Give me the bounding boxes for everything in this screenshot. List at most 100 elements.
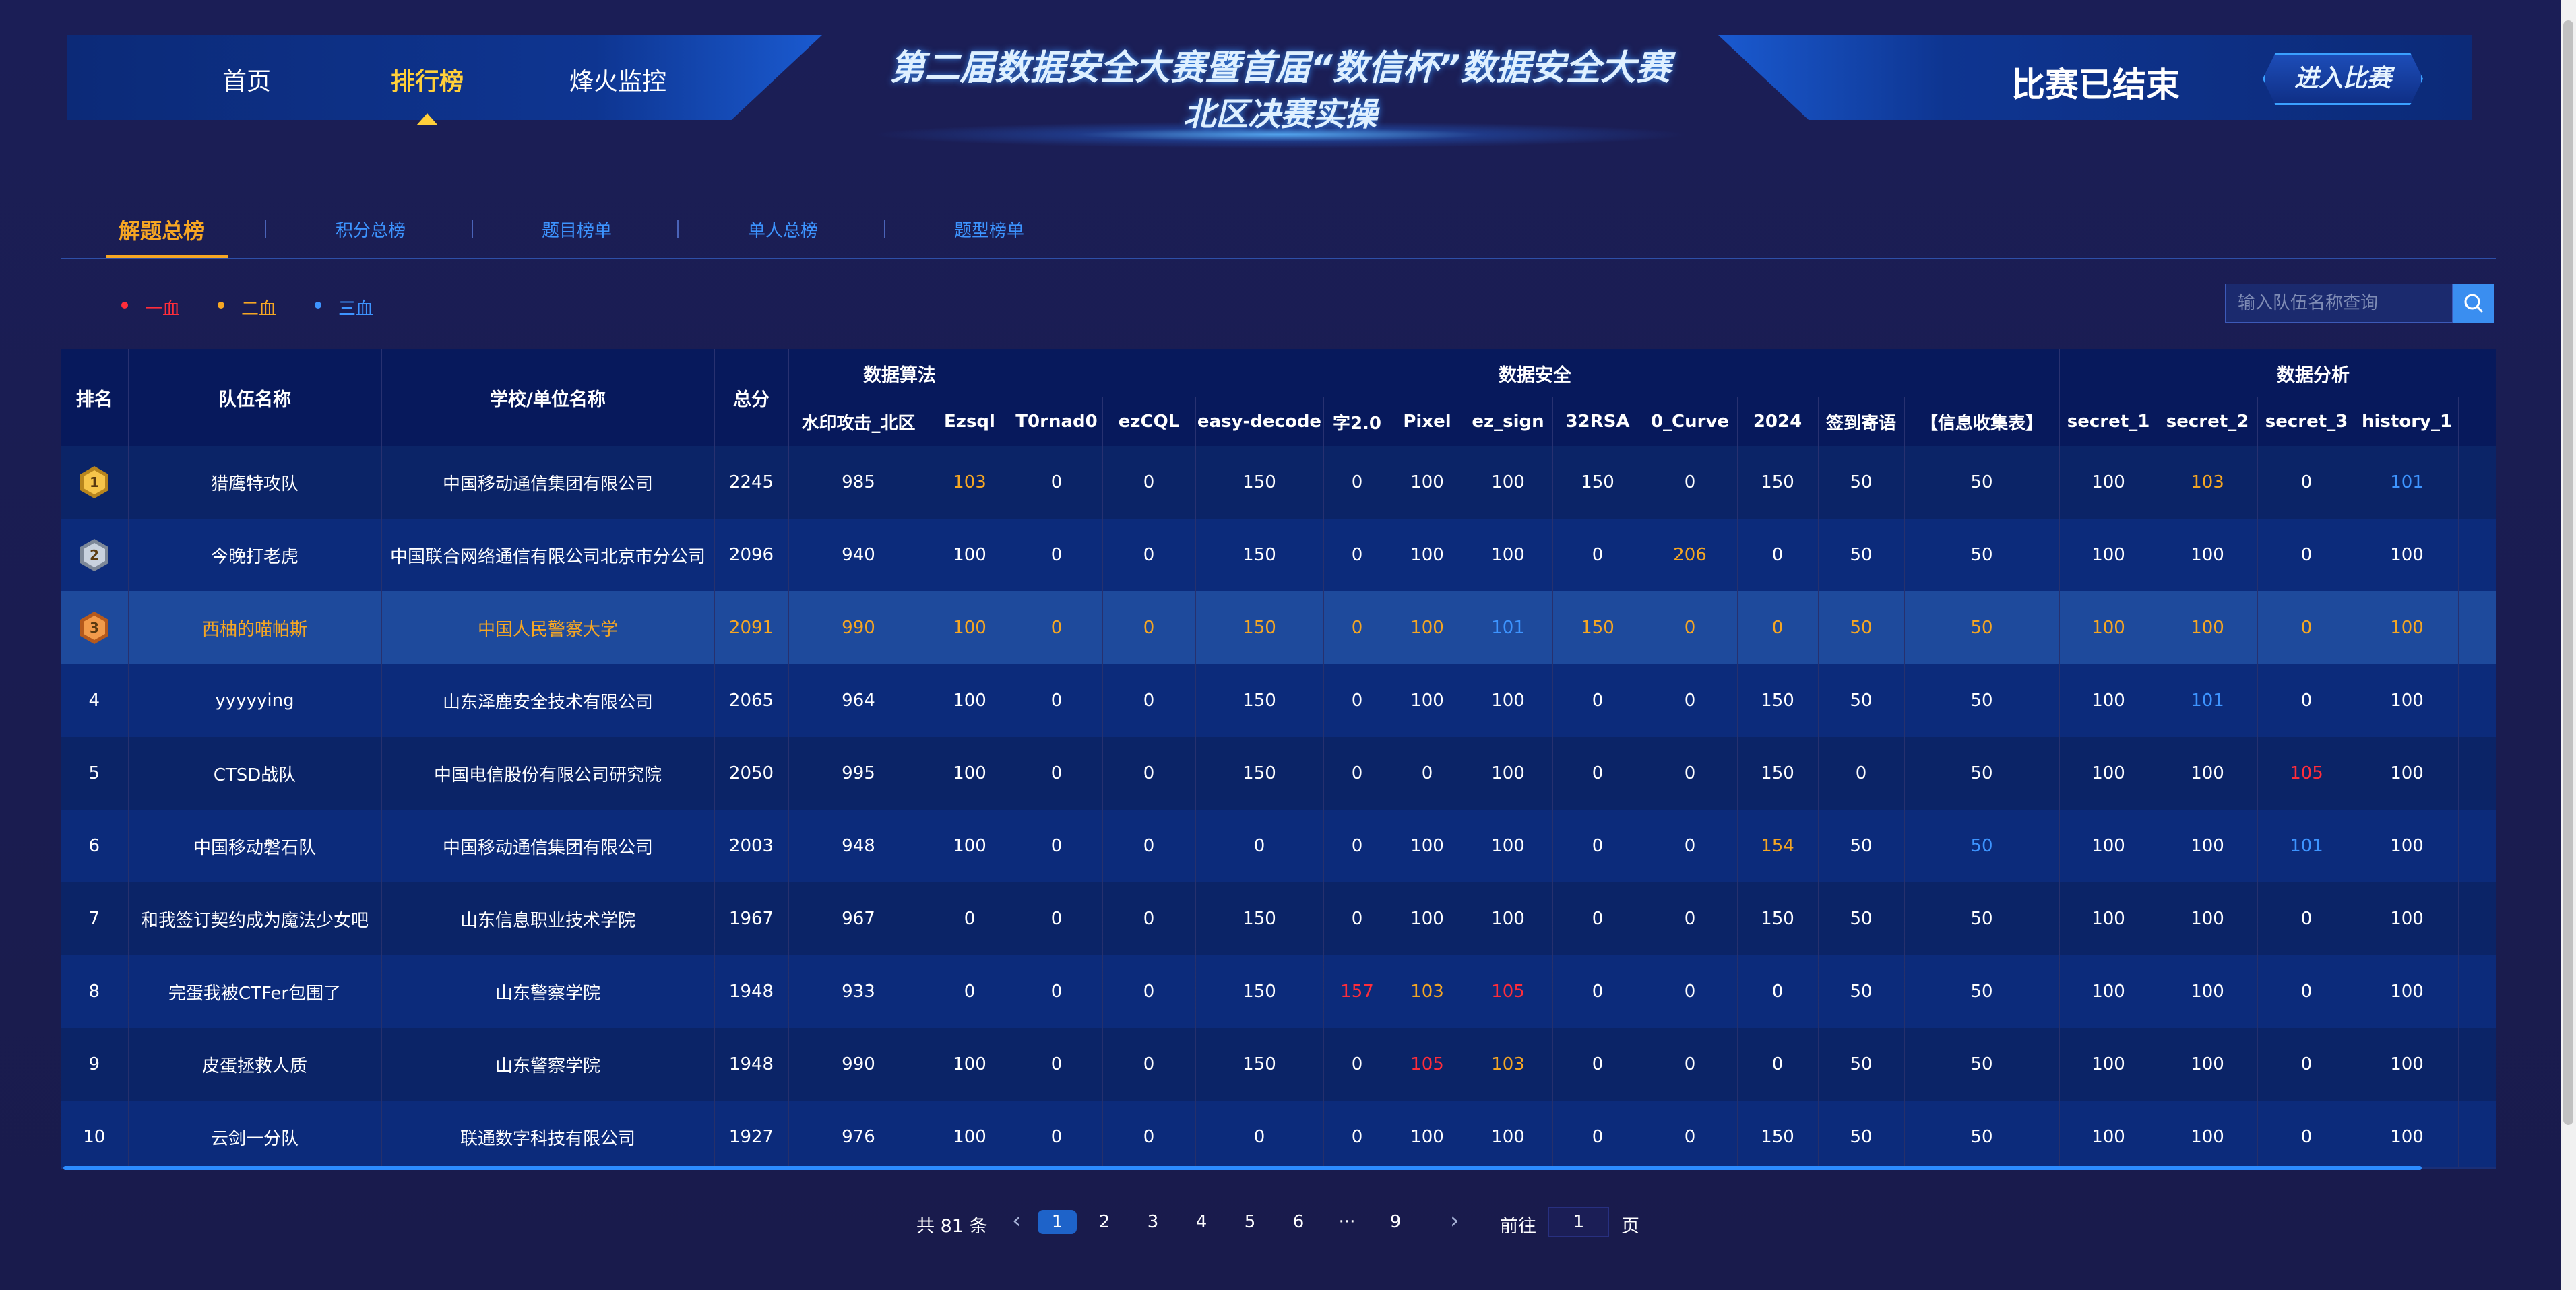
challenge-score-cell: 100 xyxy=(2059,519,2158,591)
challenge-score-cell: 933 xyxy=(788,955,929,1028)
leaderboard-table-container[interactable]: 排名 队伍名称 学校/单位名称 总分 数据算法 数据安全 数据分析 水印攻击_北… xyxy=(61,349,2496,1168)
tab-category-ranking[interactable]: 题型榜单 xyxy=(954,217,1024,242)
team-search-input[interactable] xyxy=(2225,284,2453,323)
challenge-score-cell: 50 xyxy=(1904,737,2060,810)
challenge-score-cell: 0 xyxy=(1737,591,1819,664)
competition-subtitle: 北区决赛实操 xyxy=(1183,96,1377,133)
table-row[interactable]: 6 中国移动磐石队 中国移动通信集团有限公司 2003 948 100 0 0 0 0 100 100… xyxy=(61,810,2496,882)
challenge-score-cell: 103 xyxy=(929,446,1011,519)
pagination-ellipsis[interactable]: ··· xyxy=(1327,1210,1366,1234)
table-row[interactable]: 10 云剑一分队 联通数字科技有限公司 1927 976 100 0 0 0 0 100 100 0 0 1… xyxy=(61,1101,2496,1168)
group-data-analysis: 数据分析 xyxy=(2059,349,2496,397)
challenge-score-cell: 100 xyxy=(2158,1028,2258,1101)
col-challenge: 0_Curve xyxy=(1643,397,1738,446)
challenge-score-cell: 100 xyxy=(929,519,1011,591)
challenge-score-cell: 150 xyxy=(1195,591,1324,664)
challenge-score-cell: 150 xyxy=(1737,737,1819,810)
team-name-cell: 中国移动磐石队 xyxy=(128,810,382,882)
scrollbar-thumb[interactable] xyxy=(2563,20,2573,1125)
chevron-right-icon: › xyxy=(1450,1207,1459,1234)
challenge-score-cell: 0 xyxy=(1323,1028,1391,1101)
challenge-score-cell: 100 xyxy=(2059,664,2158,737)
table-row[interactable]: 5 CTSD战队 中国电信股份有限公司研究院 2050 995 100 0 0 150 0 0 100… xyxy=(61,737,2496,810)
organization-cell: 中国移动通信集团有限公司 xyxy=(381,810,715,882)
challenge-score-cell: 967 xyxy=(788,882,929,955)
challenge-score-cell: 150 xyxy=(1195,446,1324,519)
challenge-score-cell: 0 xyxy=(1102,519,1196,591)
page-number-button[interactable]: 4 xyxy=(1182,1210,1221,1234)
challenge-score-cell: 100 xyxy=(1391,591,1464,664)
table-row[interactable]: 8 完蛋我被CTFer包围了 山东警察学院 1948 933 0 0 0 150 157 103 10… xyxy=(61,955,2496,1028)
challenge-score-cell: 0 xyxy=(1323,446,1391,519)
challenge-score-cell: 0 xyxy=(1643,955,1738,1028)
organization-cell: 山东警察学院 xyxy=(381,1028,715,1101)
tab-challenge-ranking[interactable]: 题目榜单 xyxy=(542,217,612,242)
challenge-score-cell: 100 xyxy=(2356,664,2459,737)
challenge-score-cell: 0 xyxy=(1643,882,1738,955)
total-score-cell: 1948 xyxy=(714,955,789,1028)
page-number-button[interactable]: 5 xyxy=(1230,1210,1269,1234)
gold-medal-icon: 1 xyxy=(80,466,108,498)
next-page-button[interactable]: › xyxy=(1450,1207,1459,1234)
challenge-score-cell: 100 xyxy=(1464,737,1553,810)
challenge-score-cell: 0 xyxy=(1737,1028,1819,1101)
rank-cell: 4 xyxy=(61,664,129,737)
challenge-score-cell: 0 xyxy=(929,955,1011,1028)
challenge-score-cell: 50 xyxy=(1904,519,2060,591)
prev-page-button[interactable]: ‹ xyxy=(1012,1207,1022,1234)
col-challenge: 字2.0 xyxy=(1323,397,1391,446)
challenge-score-cell: 100 xyxy=(2356,882,2459,955)
challenge-score-cell: 100 xyxy=(2059,446,2158,519)
challenge-score-cell: 150 xyxy=(1195,737,1324,810)
nav-monitor[interactable]: 烽火监控 xyxy=(569,62,666,97)
col-challenge: ezCQL xyxy=(1102,397,1196,446)
challenge-score-cell xyxy=(2458,1028,2496,1101)
challenge-score-cell xyxy=(2458,882,2496,955)
table-row[interactable]: 3 西柚的喵帕斯 中国人民警察大学 2091 990 100 0 0 150 0 100 101 150… xyxy=(61,591,2496,664)
challenge-score-cell: 990 xyxy=(788,591,929,664)
challenge-score-cell: 0 xyxy=(1011,446,1103,519)
challenge-score-cell: 100 xyxy=(929,1028,1011,1101)
tab-score-ranking[interactable]: 积分总榜 xyxy=(336,217,406,242)
page-number-button[interactable]: 2 xyxy=(1085,1210,1124,1234)
challenge-score-cell: 150 xyxy=(1737,664,1819,737)
challenge-score-cell: 0 xyxy=(1323,1101,1391,1168)
challenge-score-cell: 50 xyxy=(1818,591,1905,664)
table-row[interactable]: 1 猎鹰特攻队 中国移动通信集团有限公司 2245 985 103 0 0 150 0 100 100… xyxy=(61,446,2496,519)
table-horizontal-scrollbar[interactable] xyxy=(63,1166,2422,1170)
challenge-score-cell: 150 xyxy=(1195,882,1324,955)
challenge-score-cell: 0 xyxy=(1011,591,1103,664)
rank-cell: 1 xyxy=(61,446,129,519)
challenge-score-cell: 150 xyxy=(1737,446,1819,519)
page-number-button[interactable]: 3 xyxy=(1133,1210,1172,1234)
page-number-button[interactable]: 9 xyxy=(1376,1210,1415,1234)
nav-home[interactable]: 首页 xyxy=(222,62,271,97)
col-challenge: secret_3 xyxy=(2257,397,2356,446)
challenge-score-cell: 100 xyxy=(2158,1101,2258,1168)
challenge-score-cell: 0 xyxy=(1643,810,1738,882)
challenge-score-cell: 100 xyxy=(929,591,1011,664)
total-score-cell: 2245 xyxy=(714,446,789,519)
total-score-cell: 1927 xyxy=(714,1101,789,1168)
page-number-button[interactable]: 1 xyxy=(1038,1210,1077,1234)
col-challenge: T0rnad0 xyxy=(1011,397,1103,446)
challenge-score-cell xyxy=(2458,664,2496,737)
challenge-score-cell xyxy=(2458,737,2496,810)
table-row[interactable]: 4 yyyyying 山东泽鹿安全技术有限公司 2065 964 100 0 0 150 0 100… xyxy=(61,664,2496,737)
challenge-score-cell: 50 xyxy=(1818,810,1905,882)
leaderboard-table: 排名 队伍名称 学校/单位名称 总分 数据算法 数据安全 数据分析 水印攻击_北… xyxy=(61,349,2496,1168)
search-button[interactable] xyxy=(2453,284,2494,323)
nav-leaderboard[interactable]: 排行榜 xyxy=(391,62,464,97)
challenge-score-cell: 150 xyxy=(1195,1028,1324,1101)
col-challenge: secret_2 xyxy=(2158,397,2258,446)
page-number-button[interactable]: 6 xyxy=(1279,1210,1318,1234)
table-row[interactable]: 9 皮蛋拯救人质 山东警察学院 1948 990 100 0 0 150 0 105 103 0 0 0 50… xyxy=(61,1028,2496,1101)
tab-individual-ranking[interactable]: 单人总榜 xyxy=(748,217,818,242)
enter-competition-button[interactable]: 进入比赛 xyxy=(2263,53,2423,105)
table-row[interactable]: 7 和我签订契约成为魔法少女吧 山东信息职业技术学院 1967 967 0 0 0 150 0 10… xyxy=(61,882,2496,955)
table-row[interactable]: 2 今晚打老虎 中国联合网络通信有限公司北京市分公司 2096 940 100 0 0 150 0… xyxy=(61,519,2496,591)
goto-page-input[interactable] xyxy=(1548,1207,1609,1237)
tab-solve-ranking[interactable]: 解题总榜 xyxy=(119,214,205,245)
challenge-score-cell: 100 xyxy=(2158,882,2258,955)
tabs-baseline xyxy=(61,258,2496,259)
